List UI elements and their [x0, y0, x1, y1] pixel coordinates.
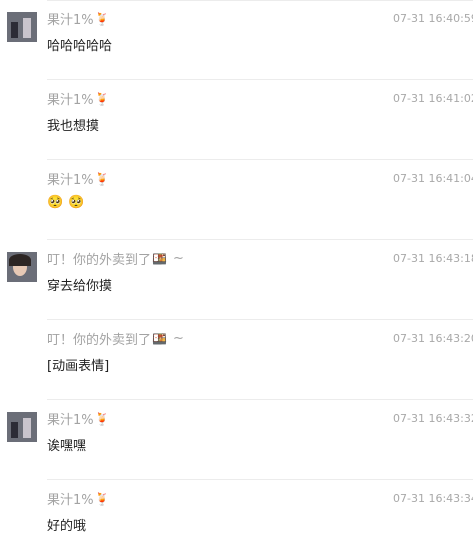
sender-name[interactable]: 果汁1% 🍹	[47, 489, 110, 509]
message-text: 我也想摸	[47, 119, 100, 134]
sender-label: 果汁1%	[47, 93, 94, 108]
message-text: 诶嘿嘿	[47, 439, 87, 454]
timestamp: 07-31 16:41:04	[393, 172, 473, 185]
message-item[interactable]: 果汁1% 🍹 07-31 16:41:04 🥺 🥺	[0, 160, 473, 240]
message-item[interactable]: 果汁1% 🍹 07-31 16:40:59 哈哈哈哈哈	[0, 0, 473, 80]
sender-name[interactable]: 叮！你的外卖到了 🍱 ~	[47, 249, 184, 268]
sender-name[interactable]: 叮！你的外卖到了 🍱 ~	[47, 329, 184, 348]
pleading-face-icon: 🥺	[68, 195, 85, 210]
timestamp: 07-31 16:43:32	[393, 412, 473, 425]
sender-label: 果汁1%	[47, 493, 94, 508]
message-item[interactable]: 果汁1% 🍹 07-31 16:43:32 诶嘿嘿	[0, 400, 473, 480]
timestamp: 07-31 16:43:18	[393, 252, 473, 265]
message-stickers: 🥺 🥺	[47, 195, 89, 214]
timestamp: 07-31 16:43:20	[393, 332, 473, 345]
sender-label: 果汁1%	[47, 173, 94, 188]
drink-icon: 🍹	[94, 411, 110, 426]
sender-name[interactable]: 果汁1% 🍹	[47, 89, 110, 109]
timestamp: 07-31 16:40:59	[393, 12, 473, 25]
pleading-face-icon: 🥺	[47, 195, 64, 210]
bento-icon: 🍱	[152, 331, 167, 346]
message-item[interactable]: 叮！你的外卖到了 🍱 ~ 07-31 16:43:20 [动画表情]	[0, 320, 473, 400]
bento-icon: 🍱	[152, 251, 167, 266]
message-text: 好的哦	[47, 519, 87, 534]
sender-name[interactable]: 果汁1% 🍹	[47, 9, 110, 29]
timestamp: 07-31 16:43:34	[393, 492, 473, 505]
drink-icon: 🍹	[94, 91, 110, 106]
sender-label: 果汁1%	[47, 13, 94, 28]
drink-icon: 🍹	[94, 171, 110, 186]
drink-icon: 🍹	[94, 491, 110, 506]
message-item[interactable]: 叮！你的外卖到了 🍱 ~ 07-31 16:43:18 穿去给你摸	[0, 240, 473, 320]
sender-label: 叮！你的外卖到了	[47, 253, 152, 268]
sender-name[interactable]: 果汁1% 🍹	[47, 169, 110, 189]
message-text: 哈哈哈哈哈	[47, 39, 113, 54]
avatar[interactable]	[7, 412, 37, 442]
timestamp: 07-31 16:41:02	[393, 92, 473, 105]
avatar[interactable]	[7, 252, 37, 282]
sender-label: 叮！你的外卖到了	[47, 333, 152, 348]
chat-history: 果汁1% 🍹 07-31 16:40:59 哈哈哈哈哈 果汁1% 🍹 07-31…	[0, 0, 473, 552]
avatar[interactable]	[7, 12, 37, 42]
message-item[interactable]: 果汁1% 🍹 07-31 16:43:34 好的哦	[0, 480, 473, 552]
drink-icon: 🍹	[94, 11, 110, 26]
sender-name[interactable]: 果汁1% 🍹	[47, 409, 110, 429]
sender-suffix: ~	[172, 331, 184, 346]
message-text[interactable]: [动画表情]	[47, 355, 109, 374]
message-item[interactable]: 果汁1% 🍹 07-31 16:41:02 我也想摸	[0, 80, 473, 160]
message-text: 穿去给你摸	[47, 279, 113, 294]
sender-suffix: ~	[172, 251, 184, 266]
sender-label: 果汁1%	[47, 413, 94, 428]
